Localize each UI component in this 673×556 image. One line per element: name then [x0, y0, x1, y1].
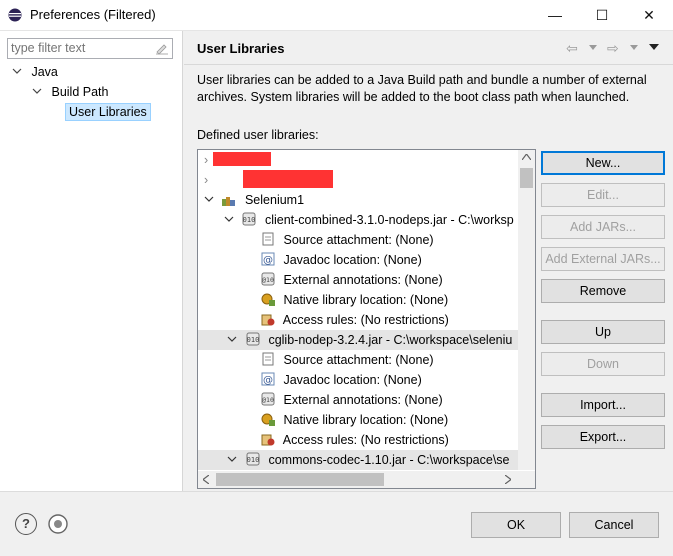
svg-text:010: 010	[247, 456, 260, 464]
nav-node-user-libraries[interactable]: User Libraries	[65, 103, 151, 121]
import-button[interactable]: Import...	[541, 393, 665, 417]
clear-filter-icon[interactable]	[155, 41, 169, 55]
jar-attribute-row[interactable]: Source attachment: (None)	[260, 350, 434, 370]
source-attachment-icon	[262, 352, 274, 366]
minimize-button[interactable]: —	[532, 0, 578, 30]
help-icon[interactable]: ?	[15, 513, 37, 535]
close-button[interactable]: ✕	[626, 0, 672, 30]
scroll-left-icon[interactable]	[203, 475, 209, 484]
svg-text:@10: @10	[262, 276, 274, 284]
native-library-icon	[261, 413, 275, 426]
redacted-label	[243, 170, 334, 188]
javadoc-icon: @	[261, 252, 275, 266]
jar-icon: 010	[246, 452, 260, 466]
back-arrow-icon[interactable]: ⇦	[566, 40, 578, 57]
maximize-button[interactable]: ☐	[579, 0, 625, 30]
jar-attribute-row[interactable]: Native library location: (None)	[260, 410, 448, 430]
jar-row[interactable]: 010 client-combined-3.1.0-nodeps.jar - C…	[224, 210, 514, 230]
nav-label-java: Java	[31, 65, 58, 79]
jar-attribute-row[interactable]: @10 External annotations: (None)	[260, 270, 443, 290]
preferences-nav-pane	[0, 31, 183, 491]
chevron-down-icon[interactable]	[224, 214, 234, 224]
jar-icon: 010	[246, 332, 260, 346]
forward-arrow-icon[interactable]: ⇨	[607, 40, 619, 57]
external-annotations-icon: @10	[261, 272, 275, 286]
scroll-right-icon[interactable]	[505, 475, 511, 484]
svg-text:@: @	[263, 375, 273, 386]
title-bar: Preferences (Filtered) — ☐ ✕	[0, 0, 673, 31]
jar-attribute-row[interactable]: @10 External annotations: (None)	[260, 390, 443, 410]
eclipse-app-icon	[8, 8, 22, 22]
scroll-corner	[518, 471, 535, 488]
preferences-import-export-icon[interactable]	[47, 513, 69, 535]
jar-label: commons-codec-1.10.jar - C:\workspace\se	[268, 453, 510, 467]
up-button[interactable]: Up	[541, 320, 665, 344]
jar-label: cglib-nodep-3.2.4.jar - C:\workspace\sel…	[268, 333, 513, 347]
library-icon	[222, 197, 236, 206]
library-label: Selenium1	[244, 193, 305, 207]
nav-node-build-path[interactable]: Build Path	[32, 85, 108, 99]
export-button[interactable]: Export...	[541, 425, 665, 449]
horizontal-scroll-thumb[interactable]	[216, 473, 384, 486]
access-rules-icon	[261, 314, 275, 326]
ok-button[interactable]: OK	[471, 512, 561, 538]
remove-button[interactable]: Remove	[541, 279, 665, 303]
jar-row[interactable]: 010 commons-codec-1.10.jar - C:\workspac…	[198, 450, 518, 470]
redacted-library-row[interactable]: ›	[204, 150, 272, 170]
nav-label-build-path: Build Path	[51, 85, 109, 99]
chevron-down-icon[interactable]	[227, 334, 237, 344]
svg-text:@: @	[263, 255, 273, 266]
javadoc-icon: @	[261, 372, 275, 386]
title-separator	[184, 64, 673, 65]
jar-attribute-row[interactable]: @ Javadoc location: (None)	[260, 370, 422, 390]
library-row-selenium[interactable]: Selenium1	[204, 190, 304, 210]
jar-icon: 010	[242, 212, 256, 226]
native-library-icon	[261, 293, 275, 306]
jar-row-selected[interactable]: 010 cglib-nodep-3.2.4.jar - C:\workspace…	[198, 330, 518, 350]
jar-attribute-row[interactable]: Source attachment: (None)	[260, 230, 434, 250]
filter-field[interactable]	[7, 38, 173, 59]
window-title: Preferences (Filtered)	[30, 7, 156, 22]
add-external-jars-button[interactable]: Add External JARs...	[541, 247, 665, 271]
jar-attribute-row[interactable]: Access rules: (No restrictions)	[260, 430, 449, 450]
vertical-scrollbar[interactable]	[518, 150, 535, 470]
add-jars-button[interactable]: Add JARs...	[541, 215, 665, 239]
cancel-button[interactable]: Cancel	[569, 512, 659, 538]
defined-libraries-label: Defined user libraries:	[197, 128, 319, 142]
svg-text:010: 010	[247, 336, 260, 344]
svg-text:@10: @10	[262, 396, 274, 404]
chevron-down-icon[interactable]	[227, 454, 237, 464]
vertical-scroll-thumb[interactable]	[520, 168, 533, 188]
back-menu-chevron-icon[interactable]	[589, 45, 597, 51]
chevron-down-icon[interactable]	[12, 66, 22, 76]
nav-node-java[interactable]: Java	[12, 65, 58, 79]
jar-label: client-combined-3.1.0-nodeps.jar - C:\wo…	[264, 213, 514, 227]
access-rules-icon	[261, 434, 275, 446]
svg-text:010: 010	[243, 216, 256, 224]
view-menu-icon[interactable]	[649, 44, 659, 52]
scroll-up-icon[interactable]	[522, 154, 531, 160]
horizontal-scrollbar[interactable]	[198, 471, 518, 488]
chevron-down-icon[interactable]	[204, 194, 214, 204]
page-description: User libraries can be added to a Java Bu…	[197, 73, 647, 104]
user-libraries-tree[interactable]: › › Selenium1 010 client-combined-3.1.0-…	[197, 149, 536, 489]
chevron-down-icon[interactable]	[32, 86, 42, 96]
forward-menu-chevron-icon[interactable]	[630, 45, 638, 51]
down-button[interactable]: Down	[541, 352, 665, 376]
edit-button[interactable]: Edit...	[541, 183, 665, 207]
redacted-library-row[interactable]: ›	[204, 170, 334, 190]
source-attachment-icon	[262, 232, 274, 246]
jar-attribute-row[interactable]: Native library location: (None)	[260, 290, 448, 310]
external-annotations-icon: @10	[261, 392, 275, 406]
new-button[interactable]: New...	[541, 151, 665, 175]
filter-input[interactable]	[8, 39, 154, 56]
jar-attribute-row[interactable]: Access rules: (No restrictions)	[260, 310, 449, 330]
jar-attribute-row[interactable]: @ Javadoc location: (None)	[260, 250, 422, 270]
redacted-label	[213, 152, 272, 166]
page-title: User Libraries	[197, 41, 285, 56]
